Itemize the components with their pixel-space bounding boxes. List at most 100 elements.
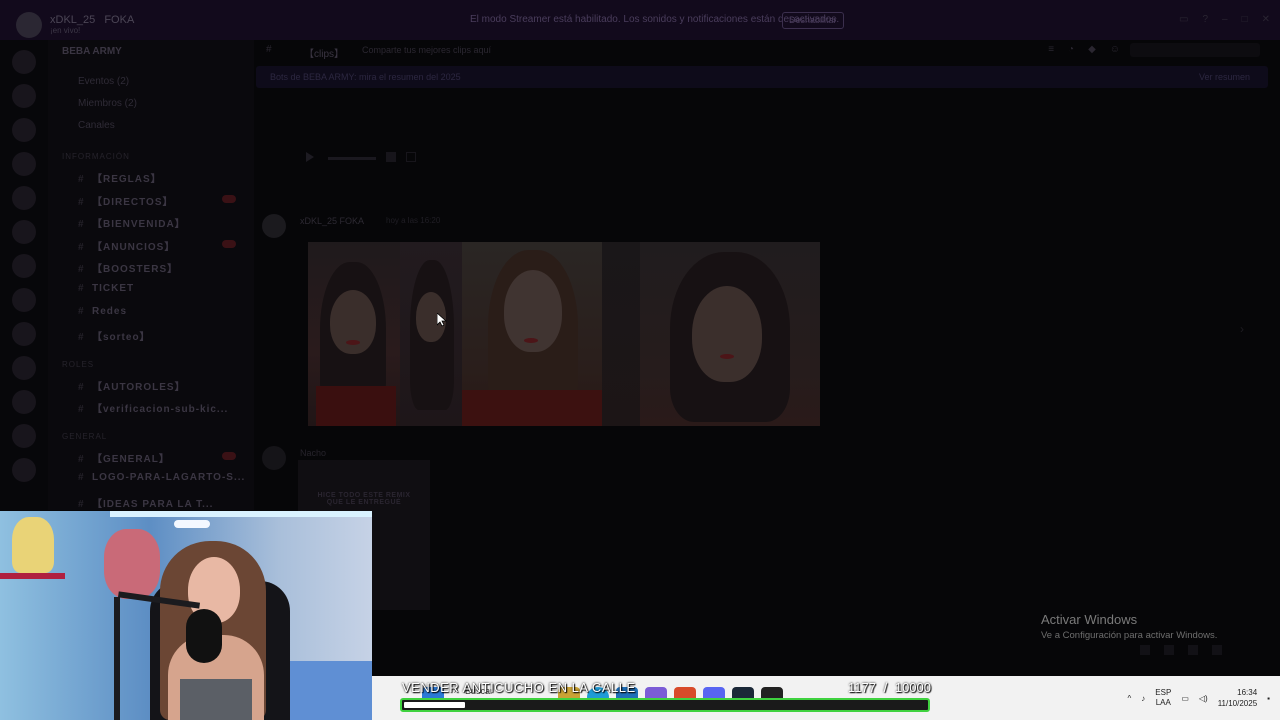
channel-name: LOGO-PARA-LAGARTO-S...	[92, 472, 246, 483]
volume-icon[interactable]: ◁)	[1199, 694, 1208, 703]
channel-item[interactable]: # 【REGLAS】	[78, 170, 162, 185]
channel-name: 【GENERAL】	[92, 454, 170, 465]
channel-item[interactable]: # TICKET	[78, 283, 134, 294]
server-icon[interactable]	[12, 458, 36, 482]
server-icon[interactable]	[12, 424, 36, 448]
close-icon[interactable]: ✕	[1262, 14, 1270, 25]
channel-item[interactable]: # 【IDEAS PARA LA T...	[78, 495, 213, 510]
goal-label: VENDER ANTICUCHO EN LA CALLE	[402, 680, 636, 695]
server-icon[interactable]	[12, 288, 36, 312]
header-actions: ≡ ◔ ◆ ☺	[1048, 44, 1120, 55]
user-info[interactable]: xDKL_25 FOKA ¡en vivo!	[50, 14, 134, 35]
play-icon[interactable]	[306, 152, 314, 162]
message-timestamp: hoy a las 16:20	[386, 216, 441, 225]
channel-item[interactable]: # 【sorteo】	[78, 328, 151, 343]
category-label[interactable]: ROLES	[62, 360, 94, 369]
fullscreen-icon[interactable]	[406, 152, 416, 162]
notification-icon[interactable]: ▪	[1267, 694, 1270, 703]
sidebar-item-members[interactable]: Miembros (2)	[78, 98, 137, 109]
chevron-up-icon[interactable]: ^	[1128, 694, 1132, 703]
channel-name: 【IDEAS PARA LA T...	[92, 499, 214, 510]
bell-icon[interactable]: ◔	[1068, 44, 1074, 55]
maximize-icon[interactable]: □	[1242, 14, 1248, 25]
sticker-icon[interactable]	[1188, 645, 1198, 655]
network-icon[interactable]: ▭	[1181, 694, 1189, 703]
server-icon[interactable]	[12, 322, 36, 346]
members-icon[interactable]: ☺	[1110, 44, 1120, 55]
server-icon[interactable]	[12, 152, 36, 176]
gift-icon[interactable]	[1140, 645, 1150, 655]
banner-action-link[interactable]: Ver resumen	[1199, 72, 1250, 82]
hash-icon: #	[78, 332, 85, 343]
avatar[interactable]	[262, 446, 286, 470]
gif-icon[interactable]	[1164, 645, 1174, 655]
stream-goal-overlay: VENDER ANTICUCHO EN LA CALLE 1177 / 1000…	[400, 678, 931, 714]
server-icon[interactable]	[12, 186, 36, 210]
mention-badge	[222, 195, 236, 203]
goal-counter: 1177 / 10000	[848, 680, 931, 695]
volume-icon[interactable]	[386, 152, 396, 162]
channel-header: # 【clips】 Comparte tus mejores clips aqu…	[254, 40, 1280, 60]
pin-icon[interactable]: ◆	[1088, 44, 1096, 55]
mic-stand	[114, 597, 120, 720]
channel-item[interactable]: # LOGO-PARA-LAGARTO-S...	[78, 472, 245, 483]
server-icon[interactable]	[12, 356, 36, 380]
channel-item[interactable]: # Redes	[78, 306, 127, 317]
hash-icon: #	[78, 264, 85, 275]
server-icon[interactable]	[12, 390, 36, 414]
plush-toy	[104, 529, 160, 599]
chevron-right-icon[interactable]: ›	[1240, 322, 1244, 336]
streamer-top	[180, 679, 252, 720]
microphone-tray-icon[interactable]: ♪	[1141, 694, 1145, 703]
face-shape	[692, 286, 762, 382]
seek-bar[interactable]	[328, 157, 376, 160]
channel-name: 【BOOSTERS】	[92, 264, 179, 275]
language-indicator[interactable]: ESP LAA	[1155, 688, 1171, 708]
category-label[interactable]: GENERAL	[62, 432, 107, 441]
channel-item[interactable]: # 【AUTOROLES】	[78, 378, 186, 393]
goal-separator: /	[883, 680, 888, 695]
sidebar-item-events[interactable]: Eventos (2)	[78, 76, 129, 87]
led-light	[174, 520, 210, 528]
sidebar-item-channels[interactable]: Canales	[78, 120, 115, 131]
thread-icon: #	[266, 44, 272, 55]
clock[interactable]: 16:34 11/10/2025	[1218, 687, 1257, 709]
avatar[interactable]	[262, 214, 286, 238]
help-icon[interactable]: ?	[1202, 14, 1208, 25]
server-rail	[0, 40, 48, 510]
hash-icon: #	[78, 499, 85, 510]
goal-target: 10000	[894, 680, 931, 695]
server-name[interactable]: BEBA ARMY	[62, 46, 122, 57]
threads-icon[interactable]: ≡	[1048, 44, 1054, 55]
app-top-bar: xDKL_25 FOKA ¡en vivo! El modo Streamer …	[0, 0, 1280, 40]
lips-shape	[720, 354, 734, 359]
message-author[interactable]: Nacho	[300, 448, 326, 458]
channel-item[interactable]: # 【ANUNCIOS】	[78, 238, 175, 253]
search-input[interactable]	[1130, 43, 1260, 57]
minimize-icon[interactable]: –	[1222, 14, 1228, 25]
channel-item[interactable]: # 【BIENVENIDA】	[78, 215, 186, 230]
channel-name: 【BIENVENIDA】	[92, 219, 186, 230]
channel-item[interactable]: # 【DIRECTOS】	[78, 193, 174, 208]
server-icon[interactable]	[12, 254, 36, 278]
channel-name: 【ANUNCIOS】	[92, 242, 176, 253]
lips-shape	[346, 340, 360, 345]
server-icon[interactable]	[12, 50, 36, 74]
media-player	[296, 150, 426, 166]
channel-item[interactable]: # 【verificacion-sub-kic...	[78, 400, 228, 415]
disable-streamer-mode-button[interactable]: Deshabilitar	[782, 12, 844, 29]
server-icon[interactable]	[12, 118, 36, 142]
emoji-icon[interactable]	[1212, 645, 1222, 655]
channel-item[interactable]: # 【GENERAL】	[78, 450, 170, 465]
thumbnail-caption: HICE TODO ESTE REMIX QUE LE ENTREGUÉ	[317, 492, 411, 506]
message-author[interactable]: xDKL_25 FOKA	[300, 216, 364, 226]
server-icon[interactable]	[12, 84, 36, 108]
category-label[interactable]: INFORMACIÓN	[62, 152, 130, 161]
user-avatar[interactable]	[16, 12, 42, 38]
clip-image[interactable]	[308, 242, 820, 426]
server-icon[interactable]	[12, 220, 36, 244]
channel-item[interactable]: # 【BOOSTERS】	[78, 260, 178, 275]
channel-name: 【verificacion-sub-kic...	[92, 404, 229, 415]
led-strip	[110, 511, 372, 517]
inbox-icon[interactable]: ▭	[1179, 14, 1188, 25]
